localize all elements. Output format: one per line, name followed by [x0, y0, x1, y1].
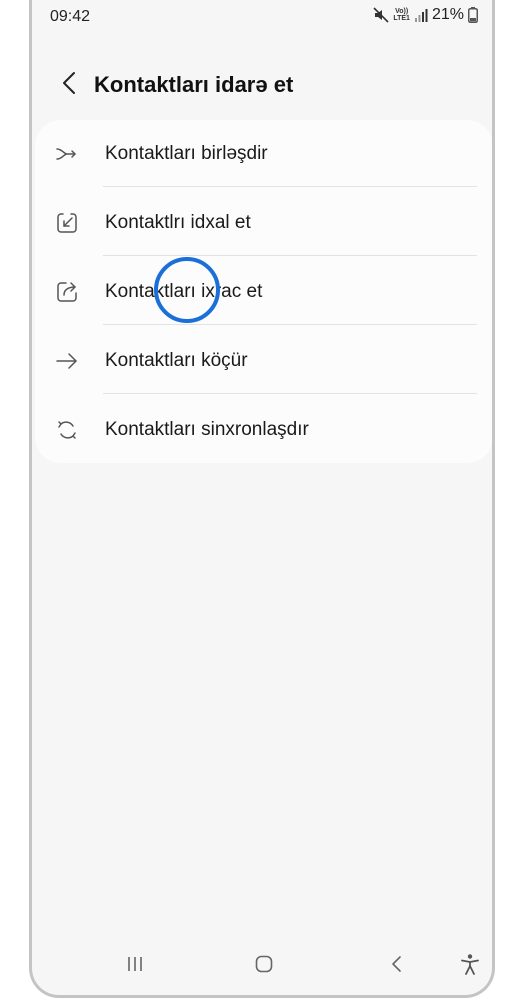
menu-item-import-contacts[interactable]: Kontaktlrı idxal et [35, 189, 492, 258]
import-icon [55, 211, 79, 235]
menu-item-label: Kontaktları sinxronlaşdır [105, 419, 309, 440]
signal-icon [414, 8, 428, 22]
chevron-left-icon [62, 71, 76, 100]
menu-item-export-contacts[interactable]: Kontaktları ixrac et [35, 258, 492, 327]
navigation-bar [32, 939, 492, 995]
accessibility-icon [460, 953, 480, 980]
accessibility-button[interactable] [455, 951, 485, 981]
app-header: Kontaktları idarə et [32, 60, 492, 110]
status-time: 09:42 [50, 8, 91, 25]
home-icon [254, 954, 274, 979]
recents-button[interactable] [120, 951, 150, 981]
menu-item-merge-contacts[interactable]: Kontaktları birləşdir [35, 120, 492, 189]
menu-item-sync-contacts[interactable]: Kontaktları sinxronlaşdır [35, 396, 492, 465]
menu-item-label: Kontaktları birləşdir [105, 143, 268, 164]
nav-back-button[interactable] [381, 951, 411, 981]
back-button[interactable] [52, 68, 86, 102]
recents-icon [125, 954, 145, 979]
home-button[interactable] [249, 951, 279, 981]
status-icons: Vo)) LTE1 21% [373, 6, 478, 24]
divider [103, 393, 477, 394]
sync-icon [55, 418, 79, 442]
divider [103, 324, 477, 325]
menu-item-label: Kontaktlrı idxal et [105, 212, 251, 233]
phone-frame: 09:42 Vo)) LTE1 21% Kontaktları idarə et… [29, 0, 495, 998]
mute-icon [373, 7, 389, 23]
merge-icon [55, 142, 79, 166]
network-label: Vo)) LTE1 [393, 8, 410, 22]
volte-label: Vo)) [395, 8, 409, 15]
menu-item-label: Kontaktları köçür [105, 350, 248, 371]
lte-label: LTE1 [393, 15, 410, 22]
battery-icon [468, 7, 478, 23]
divider [103, 255, 477, 256]
arrow-right-icon [55, 349, 79, 373]
page-title: Kontaktları idarə et [94, 72, 294, 97]
status-bar: 09:42 Vo)) LTE1 21% [32, 0, 492, 34]
menu-card: Kontaktları birləşdir Kontaktlrı idxal e… [35, 120, 492, 465]
menu-item-move-contacts[interactable]: Kontaktları köçür [35, 327, 492, 396]
menu-item-label: Kontaktları ixrac et [105, 281, 263, 302]
battery-percent: 21% [431, 6, 464, 23]
back-icon [389, 954, 403, 979]
divider [103, 186, 477, 187]
export-icon [55, 280, 79, 304]
